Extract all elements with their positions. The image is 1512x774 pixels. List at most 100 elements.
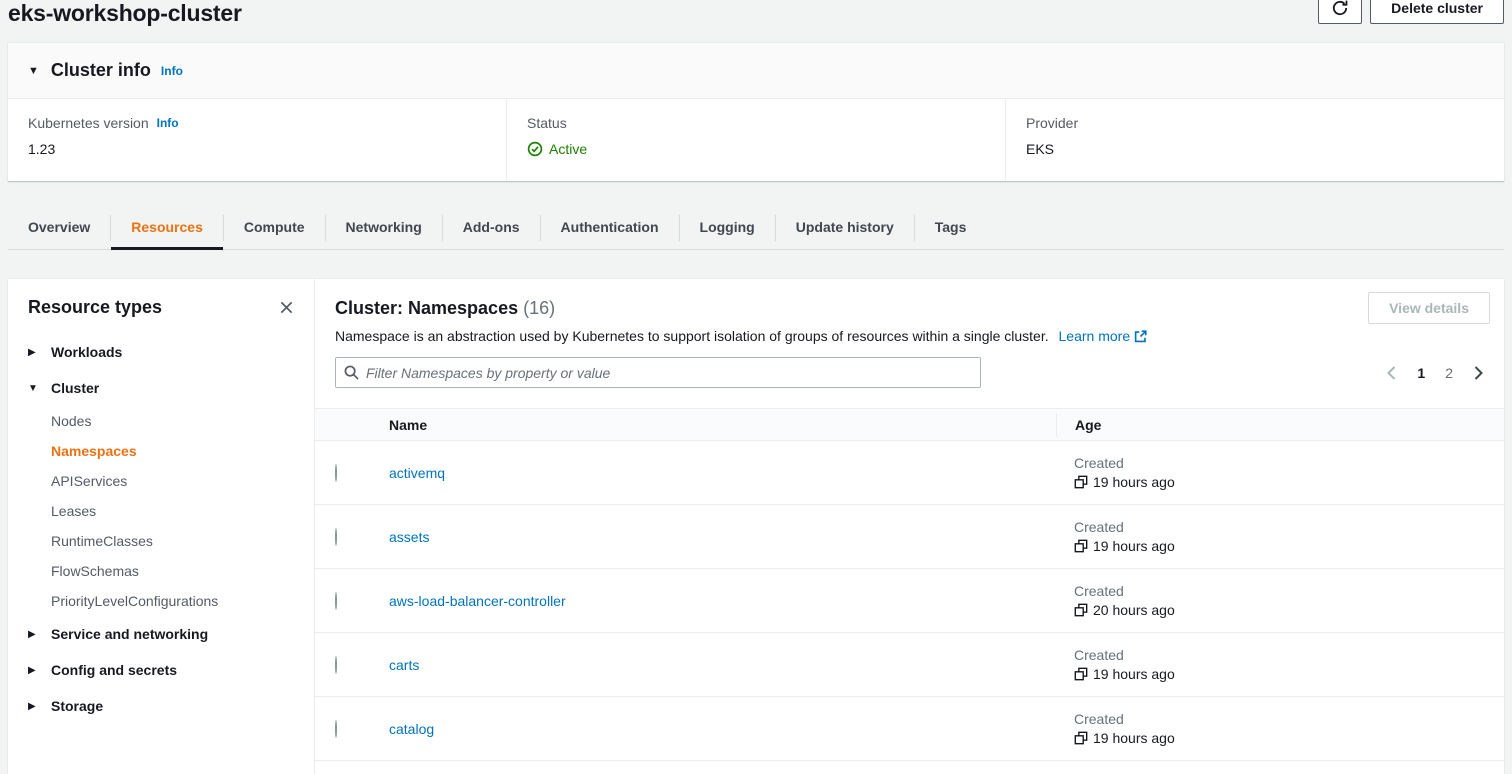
created-label: Created [1074,519,1504,535]
sidebar-group-config-and-secrets[interactable]: ▶ Config and secrets [28,652,294,688]
refresh-icon [1331,0,1349,17]
created-label: Created [1074,455,1504,471]
name-column-header: Name [369,417,1056,433]
status-badge: Active [549,141,587,157]
sidebar-item-flowschemas[interactable]: FlowSchemas [51,556,294,586]
namespace-link[interactable]: assets [389,529,429,545]
sidebar-item-prioritylevelconfigurations[interactable]: PriorityLevelConfigurations [51,586,294,616]
copy-icon[interactable] [1074,731,1088,745]
sidebar-item-namespaces[interactable]: Namespaces [51,436,294,466]
resource-types-sidebar: Resource types ▶ Workloads ▼ Cluster Nod… [8,279,315,774]
created-label: Created [1074,711,1504,727]
close-icon[interactable] [279,300,294,315]
kubernetes-version-info-link[interactable]: Info [157,116,179,130]
cluster-info-header[interactable]: ▼ Cluster info Info [8,43,1504,99]
chevron-down-icon: ▼ [28,65,39,77]
sidebar-item-runtimeclasses[interactable]: RuntimeClasses [51,526,294,556]
previous-page-icon[interactable] [1386,366,1397,380]
kubernetes-version-value: 1.23 [28,141,486,157]
kubernetes-version-label: Kubernetes version [28,115,149,131]
cluster-info-title: Cluster info [51,60,151,81]
tab-tags[interactable]: Tags [915,207,987,249]
copy-icon[interactable] [1074,539,1088,553]
created-label: Created [1074,583,1504,599]
cluster-info-card: ▼ Cluster info Info Kubernetes version I… [8,42,1504,181]
status-label: Status [527,115,985,131]
resource-types-title: Resource types [28,297,162,318]
chevron-right-icon: ▶ [28,347,38,358]
table-row: activemq Created 19 hours ago [315,441,1504,505]
refresh-button[interactable] [1318,0,1362,24]
tab-authentication[interactable]: Authentication [541,207,679,249]
sidebar-item-leases[interactable]: Leases [51,496,294,526]
view-details-button[interactable]: View details [1368,292,1490,324]
tab-update-history[interactable]: Update history [776,207,914,249]
namespace-link[interactable]: carts [389,657,419,673]
filter-input[interactable] [366,365,972,381]
namespace-link[interactable]: aws-load-balancer-controller [389,593,566,609]
sidebar-group-workloads[interactable]: ▶ Workloads [28,334,294,370]
copy-icon[interactable] [1074,667,1088,681]
filter-box [335,357,981,388]
sidebar-item-nodes[interactable]: Nodes [51,406,294,436]
tab-compute[interactable]: Compute [224,207,325,249]
row-radio[interactable] [335,720,337,738]
tab-resources[interactable]: Resources [111,207,223,249]
chevron-right-icon: ▶ [28,629,38,640]
namespaces-table: Name Age activemq Created 19 hours ago a… [315,408,1504,761]
learn-more-link[interactable]: Learn more [1059,328,1148,344]
namespace-link[interactable]: activemq [389,465,445,481]
cluster-info-info-link[interactable]: Info [161,64,183,78]
panel-title: Cluster: Namespaces [335,298,518,318]
sidebar-group-storage[interactable]: ▶ Storage [28,688,294,724]
status-field: Status Active [506,99,1005,181]
row-radio[interactable] [335,592,337,610]
table-row: catalog Created 19 hours ago [315,697,1504,761]
age-column-header: Age [1056,413,1504,437]
tab-add-ons[interactable]: Add-ons [443,207,540,249]
chevron-right-icon: ▶ [28,665,38,676]
chevron-right-icon: ▶ [28,701,38,712]
sidebar-group-cluster[interactable]: ▼ Cluster [28,370,294,406]
created-label: Created [1074,647,1504,663]
chevron-down-icon: ▼ [28,383,38,394]
sidebar-item-apiservices[interactable]: APIServices [51,466,294,496]
namespace-count: (16) [523,298,555,318]
table-row: assets Created 19 hours ago [315,505,1504,569]
provider-value: EKS [1026,141,1484,157]
page-number-2[interactable]: 2 [1445,365,1453,381]
search-icon [344,365,359,380]
namespaces-panel: Cluster: Namespaces (16) View details Na… [315,279,1504,774]
header-actions: Delete cluster [1318,0,1504,24]
provider-label: Provider [1026,115,1484,131]
sidebar-group-service-and-networking[interactable]: ▶ Service and networking [28,616,294,652]
table-row: aws-load-balancer-controller Created 20 … [315,569,1504,633]
status-ok-icon [527,141,543,157]
copy-icon[interactable] [1074,603,1088,617]
namespace-link[interactable]: catalog [389,721,434,737]
next-page-icon[interactable] [1473,366,1484,380]
row-radio[interactable] [335,656,337,674]
age-value: 19 hours ago [1093,730,1175,746]
resources-card: Resource types ▶ Workloads ▼ Cluster Nod… [8,278,1504,774]
age-value: 20 hours ago [1093,602,1175,618]
cluster-info-body: Kubernetes version Info 1.23 Status Acti… [8,99,1504,181]
row-radio[interactable] [335,528,337,546]
tab-overview[interactable]: Overview [8,207,110,249]
external-link-icon [1134,330,1147,343]
panel-description: Namespace is an abstraction used by Kube… [335,328,1049,344]
page-header: eks-workshop-cluster Delete cluster [0,0,1512,40]
copy-icon[interactable] [1074,475,1088,489]
table-row: carts Created 19 hours ago [315,633,1504,697]
page-number-1[interactable]: 1 [1417,365,1425,381]
pagination: 1 2 [1386,365,1484,381]
page-title: eks-workshop-cluster [8,0,1504,26]
kubernetes-version-field: Kubernetes version Info 1.23 [8,99,506,181]
tab-networking[interactable]: Networking [326,207,442,249]
delete-cluster-button[interactable]: Delete cluster [1370,0,1504,24]
row-radio[interactable] [335,464,337,482]
age-value: 19 hours ago [1093,666,1175,682]
age-value: 19 hours ago [1093,474,1175,490]
cluster-tabs: Overview Resources Compute Networking Ad… [8,207,1504,250]
tab-logging[interactable]: Logging [680,207,775,249]
